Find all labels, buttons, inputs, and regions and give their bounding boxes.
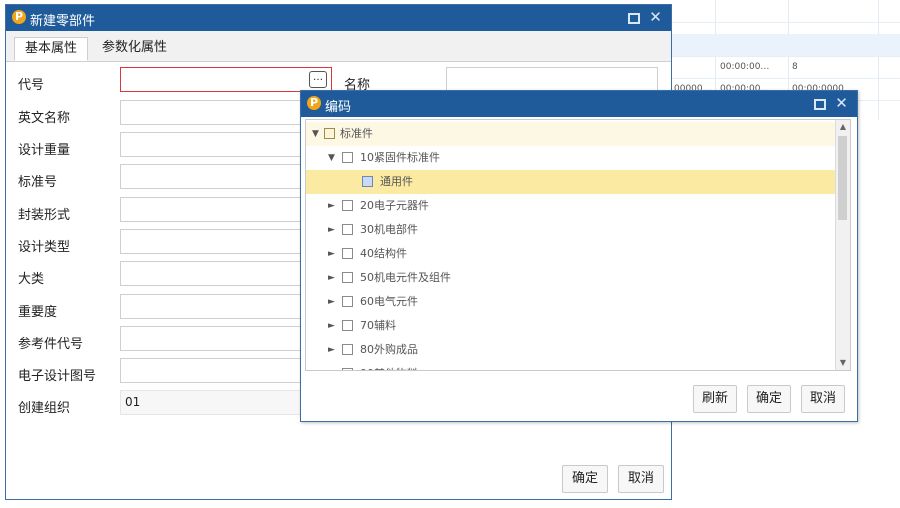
node-icon xyxy=(342,320,353,331)
cancel-button[interactable]: 取消 xyxy=(618,465,664,493)
scroll-up-icon[interactable]: ▲ xyxy=(836,122,850,131)
importance-input[interactable] xyxy=(120,294,304,319)
category-input[interactable] xyxy=(120,261,304,286)
collapse-icon[interactable]: ► xyxy=(328,242,335,266)
reference-code-label: 参考件代号 xyxy=(18,337,84,352)
browse-code-button[interactable]: … xyxy=(309,71,327,88)
table-header-row xyxy=(670,34,900,57)
tree-node[interactable]: ► 60电气元件 xyxy=(306,290,836,314)
tab-basic-attributes[interactable]: 基本属性 xyxy=(14,37,89,61)
scroll-down-icon[interactable]: ▼ xyxy=(836,358,850,367)
package-form-label: 封装形式 xyxy=(18,208,71,223)
table-row[interactable] xyxy=(670,0,900,23)
organization-label: 创建组织 xyxy=(18,401,71,416)
code-tree[interactable]: ▼ 标准件 ▼ 10紧固件标准件 通用件 ► 20电子元器件 ► 30机电部件 … xyxy=(305,119,851,371)
english-name-input[interactable] xyxy=(120,100,304,125)
confirm-button[interactable]: 确定 xyxy=(747,385,791,413)
tree-node-label: 90其他物料 xyxy=(360,362,418,370)
collapse-icon[interactable]: ► xyxy=(328,194,335,218)
code-label: 代号 xyxy=(18,78,45,93)
collapse-icon[interactable]: ► xyxy=(328,218,335,242)
tree-node[interactable]: ▼ 10紧固件标准件 xyxy=(306,146,836,170)
node-icon xyxy=(342,368,353,370)
code-dialog: P 编码 ✕ ▼ 标准件 ▼ 10紧固件标准件 通用件 ► 20电子元器件 ► … xyxy=(300,90,858,422)
tree-node-label: 10紧固件标准件 xyxy=(360,151,440,164)
code-dialog-title: 编码 xyxy=(325,100,352,115)
node-icon xyxy=(342,296,353,307)
tree-node[interactable]: ► 70辅料 xyxy=(306,314,836,338)
tree-node[interactable]: ► 80外购成品 xyxy=(306,338,836,362)
grid-cell: 00:00:00… xyxy=(720,62,770,72)
tree-node-label: 标准件 xyxy=(340,127,373,140)
design-weight-label: 设计重量 xyxy=(18,143,71,158)
tree-node-label: 40结构件 xyxy=(360,247,407,260)
tree-node-label: 50机电元件及组件 xyxy=(360,271,451,284)
package-form-input[interactable] xyxy=(120,197,304,222)
tree-node[interactable]: ► 30机电部件 xyxy=(306,218,836,242)
refresh-button[interactable]: 刷新 xyxy=(693,385,737,413)
scrollbar-thumb[interactable] xyxy=(838,136,847,220)
importance-label: 重要度 xyxy=(18,305,58,320)
maximize-icon[interactable] xyxy=(628,13,640,24)
tree-node[interactable]: ► 20电子元器件 xyxy=(306,194,836,218)
tree-node[interactable]: ► 50机电元件及组件 xyxy=(306,266,836,290)
design-weight-input[interactable] xyxy=(120,132,304,157)
tree-scrollbar[interactable]: ▲ ▼ xyxy=(835,120,850,370)
grid-cell: 8 xyxy=(792,62,798,72)
node-icon xyxy=(342,272,353,283)
dialog-titlebar[interactable]: P 新建零部件 ✕ xyxy=(6,5,671,31)
tree-node-label: 30机电部件 xyxy=(360,223,418,236)
electronic-drawing-label: 电子设计图号 xyxy=(18,369,97,384)
collapse-icon[interactable]: ► xyxy=(328,266,335,290)
code-input[interactable]: … xyxy=(120,67,332,92)
category-label: 大类 xyxy=(18,272,45,287)
app-logo-icon: P xyxy=(12,10,26,24)
close-icon[interactable]: ✕ xyxy=(835,96,848,111)
expand-icon[interactable]: ▼ xyxy=(312,122,319,146)
tree-node[interactable]: ► 40结构件 xyxy=(306,242,836,266)
maximize-icon[interactable] xyxy=(814,99,826,110)
collapse-icon[interactable]: ► xyxy=(328,290,335,314)
ok-button[interactable]: 确定 xyxy=(562,465,608,493)
folder-icon xyxy=(324,128,335,139)
app-logo-icon: P xyxy=(307,96,321,110)
node-icon xyxy=(342,152,353,163)
table-row[interactable]: 00:00:00… 8 xyxy=(670,56,900,79)
tree-node[interactable]: ► 90其他物料 xyxy=(306,362,836,370)
node-icon xyxy=(342,344,353,355)
name-input[interactable] xyxy=(446,67,658,92)
close-icon[interactable]: ✕ xyxy=(649,10,662,25)
tree-node-label: 20电子元器件 xyxy=(360,199,429,212)
tree-node-label: 80外购成品 xyxy=(360,343,418,356)
electronic-drawing-input[interactable] xyxy=(120,358,304,383)
tab-parameter-attributes[interactable]: 参数化属性 xyxy=(92,37,177,61)
design-type-input[interactable] xyxy=(120,229,304,254)
dialog-title: 新建零部件 xyxy=(30,14,96,29)
node-icon xyxy=(342,248,353,259)
tree-node[interactable]: ▼ 标准件 xyxy=(306,122,836,146)
dialog-cancel-button[interactable]: 取消 xyxy=(801,385,845,413)
expand-icon[interactable]: ▼ xyxy=(328,146,335,170)
collapse-icon[interactable]: ► xyxy=(328,314,335,338)
collapse-icon[interactable]: ► xyxy=(328,338,335,362)
organization-input[interactable]: 01 xyxy=(120,390,304,415)
node-icon xyxy=(342,200,353,211)
reference-code-input[interactable] xyxy=(120,326,304,351)
design-type-label: 设计类型 xyxy=(18,240,71,255)
tree-node-label: 60电气元件 xyxy=(360,295,418,308)
tree-node[interactable]: 通用件 xyxy=(306,170,836,194)
tree-node-label: 70辅料 xyxy=(360,319,396,332)
code-dialog-titlebar[interactable]: P 编码 ✕ xyxy=(301,91,857,117)
tab-bar: 基本属性 参数化属性 xyxy=(6,31,671,62)
item-icon xyxy=(362,176,373,187)
english-name-label: 英文名称 xyxy=(18,111,71,126)
node-icon xyxy=(342,224,353,235)
standard-number-label: 标准号 xyxy=(18,175,58,190)
tree-node-label: 通用件 xyxy=(380,175,413,188)
collapse-icon[interactable]: ► xyxy=(328,362,335,370)
standard-number-input[interactable] xyxy=(120,164,304,189)
